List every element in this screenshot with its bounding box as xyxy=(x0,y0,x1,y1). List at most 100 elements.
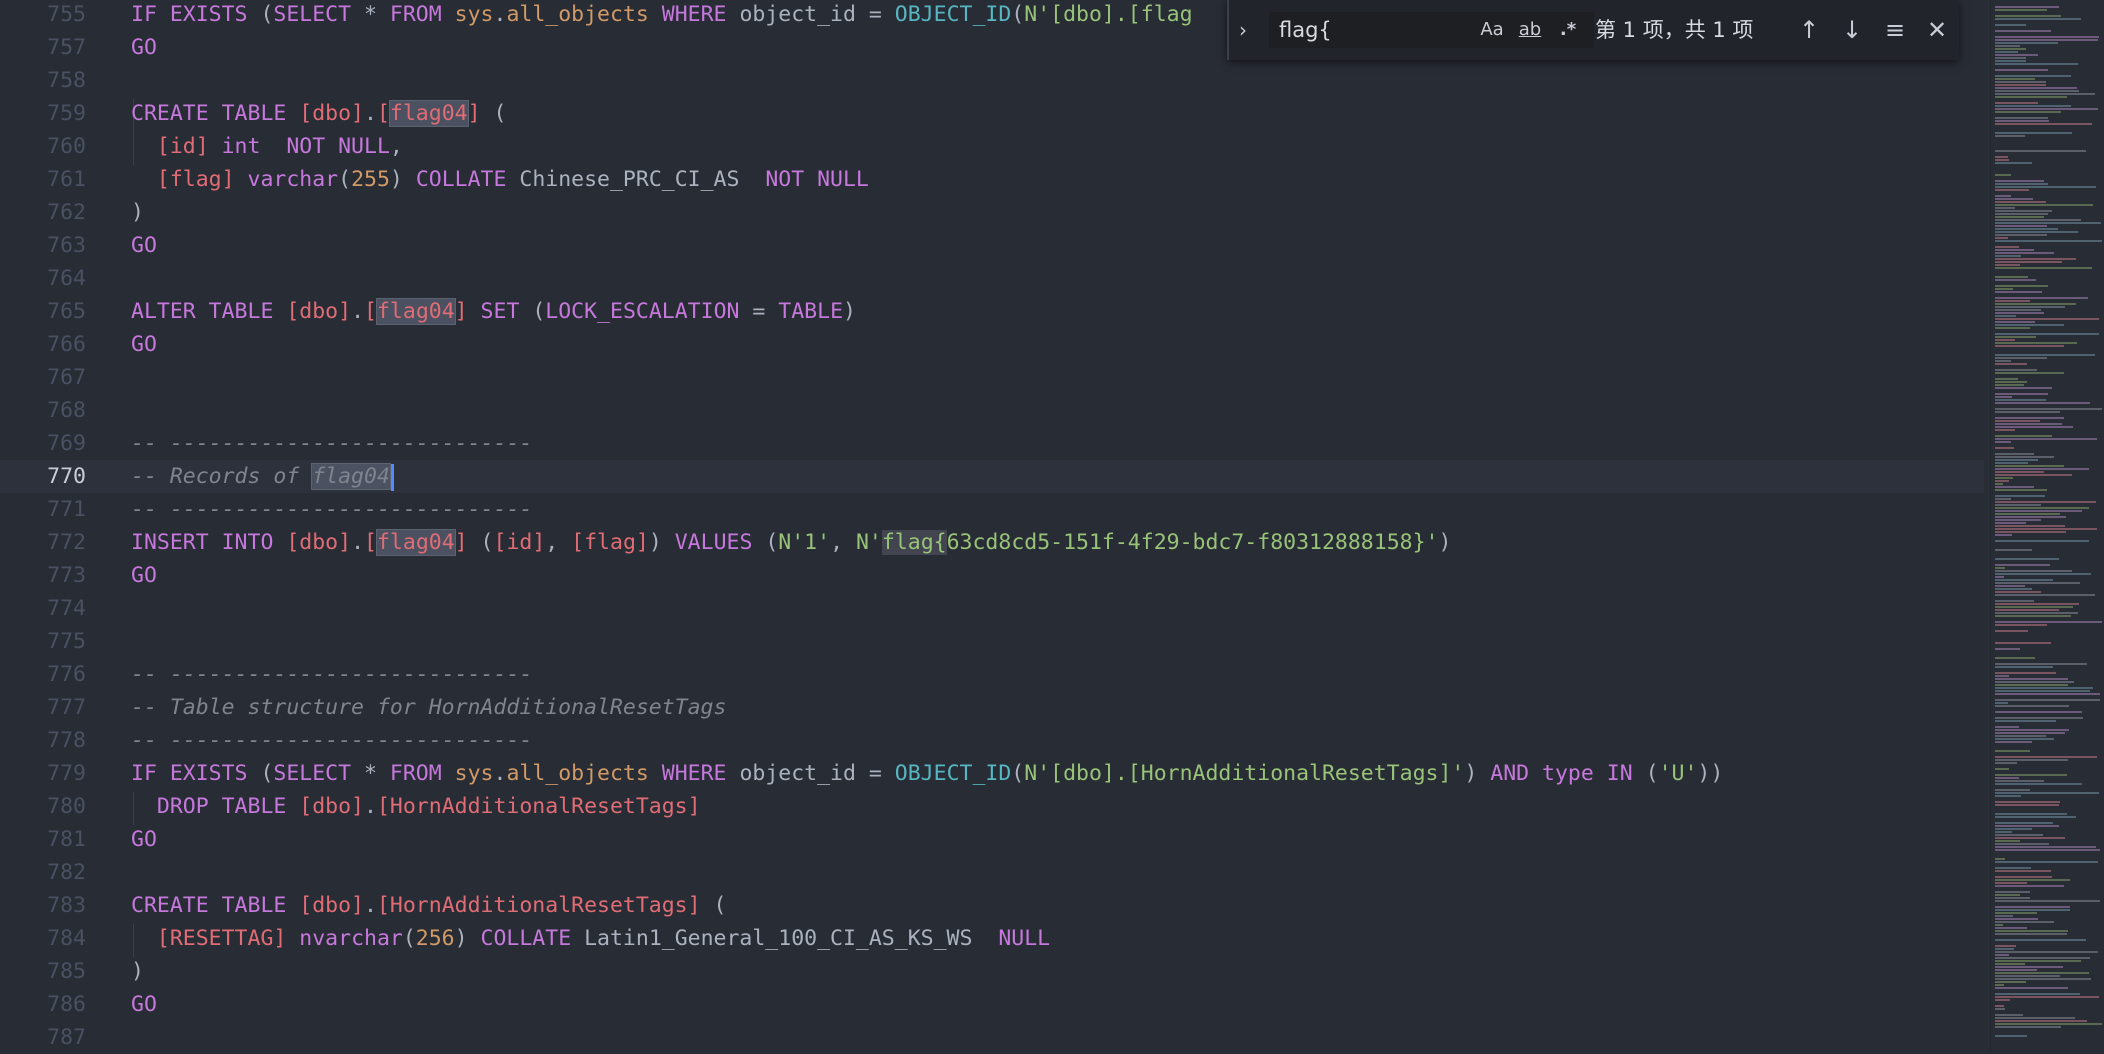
code-token: SELECT xyxy=(273,761,365,786)
code-line[interactable]: 762) xyxy=(0,196,1984,229)
code-line[interactable]: 780 DROP TABLE [dbo].[HornAdditionalRese… xyxy=(0,790,1984,823)
minimap-line xyxy=(1995,132,2072,134)
minimap-line xyxy=(1995,570,2072,572)
line-number: 764 xyxy=(47,266,86,291)
code-line[interactable]: 782 xyxy=(0,856,1984,889)
code-token: [dbo] xyxy=(286,530,352,555)
code-text: GO xyxy=(131,328,157,361)
code-token: GO xyxy=(131,233,157,258)
code-token: , xyxy=(389,134,403,159)
minimap-line xyxy=(1995,216,2044,218)
code-token: 256 xyxy=(415,926,455,951)
code-line[interactable]: 784 [RESETTAG] nvarchar(256) COLLATE Lat… xyxy=(0,922,1984,955)
code-token: ) xyxy=(648,530,675,555)
minimap-line xyxy=(1995,321,2035,323)
minimap-line xyxy=(1995,876,2052,878)
minimap-line xyxy=(1995,774,2067,776)
code-line[interactable]: 765 ALTER TABLE [dbo].[flag04] SET (LOCK_… xyxy=(0,295,1984,328)
code-line[interactable]: 786 GO xyxy=(0,988,1984,1021)
minimap-line xyxy=(1995,768,2009,770)
code-line[interactable]: 774 xyxy=(0,592,1984,625)
minimap-line xyxy=(1995,51,2018,53)
previous-match-button[interactable]: ↑ xyxy=(1793,12,1825,48)
minimap-line xyxy=(1995,468,2089,470)
line-number: 770 xyxy=(47,464,86,489)
line-number: 755 xyxy=(47,2,86,27)
code-line[interactable]: 758 xyxy=(0,64,1984,97)
code-line[interactable]: 768 xyxy=(0,394,1984,427)
code-line[interactable]: 783 CREATE TABLE [dbo].[HornAdditionalRes… xyxy=(0,889,1984,922)
minimap-line xyxy=(1995,762,2017,764)
code-token: [ xyxy=(364,299,377,324)
minimap-line xyxy=(1995,315,2016,317)
code-token: N'[dbo].[HornAdditionalResetTags]' xyxy=(1024,761,1465,786)
minimap-line xyxy=(1995,534,2012,536)
minimap-line xyxy=(1995,576,2004,578)
close-find-button[interactable]: ✕ xyxy=(1921,12,1953,48)
next-match-button[interactable]: ↓ xyxy=(1836,12,1868,48)
arrow-down-icon: ↓ xyxy=(1841,16,1863,44)
code-line[interactable]: 759 CREATE TABLE [dbo].[flag04] ( xyxy=(0,97,1984,130)
code-line[interactable]: 763 GO xyxy=(0,229,1984,262)
minimap-line xyxy=(1995,1035,2027,1037)
code-line[interactable]: 769 -- ---------------------------- xyxy=(0,427,1984,460)
code-line[interactable]: 766 GO xyxy=(0,328,1984,361)
code-line[interactable]: 770 -- Records of flag04 xyxy=(0,460,1984,493)
code-line[interactable]: 772 INSERT INTO [dbo].[flag04] ([id], [fl… xyxy=(0,526,1984,559)
code-token: ] xyxy=(467,101,481,126)
line-number: 771 xyxy=(47,497,86,522)
code-line[interactable]: 779 IF EXISTS (SELECT * FROM sys.all_obje… xyxy=(0,757,1984,790)
toggle-replace-icon[interactable]: › xyxy=(1239,17,1259,43)
minimap-line xyxy=(1995,309,2041,311)
line-number: 777 xyxy=(47,695,86,720)
minimap-line xyxy=(1995,420,2040,422)
minimap-line xyxy=(1995,975,2060,977)
match-case-button[interactable]: Aa xyxy=(1474,12,1510,48)
minimap-line xyxy=(1995,606,2073,608)
code-token: -- Table structure for HornAdditionalRes… xyxy=(131,695,727,720)
minimap-line xyxy=(1995,306,2065,308)
minimap-line xyxy=(1995,969,2037,971)
minimap-line xyxy=(1995,1005,2004,1007)
match-whole-word-button[interactable]: ab xyxy=(1512,12,1548,48)
code-token: . xyxy=(351,530,365,555)
code-line[interactable]: 776 -- ---------------------------- xyxy=(0,658,1984,691)
minimap-line xyxy=(1995,702,2008,704)
code-line[interactable]: 771 -- ---------------------------- xyxy=(0,493,1984,526)
code-line[interactable]: 764 xyxy=(0,262,1984,295)
find-in-selection-button[interactable]: ≡ xyxy=(1879,12,1911,48)
minimap-line xyxy=(1995,69,2048,71)
code-token: ( xyxy=(467,530,494,555)
code-line[interactable]: 761 [flag] varchar(255) COLLATE Chinese_… xyxy=(0,163,1984,196)
code-line[interactable]: 785) xyxy=(0,955,1984,988)
code-line[interactable]: 773 GO xyxy=(0,559,1984,592)
line-number: 766 xyxy=(47,332,86,357)
minimap-line xyxy=(1995,1026,2061,1028)
code-line[interactable]: 767 xyxy=(0,361,1984,394)
code-line[interactable]: 760 [id] int NOT NULL, xyxy=(0,130,1984,163)
code-line[interactable]: 787 xyxy=(0,1021,1984,1054)
minimap-line xyxy=(1995,441,2011,443)
minimap-line xyxy=(1995,102,2038,104)
minimap-line xyxy=(1995,984,2004,986)
minimap-line xyxy=(1995,42,2058,44)
code-token: type xyxy=(1542,761,1607,786)
code-text: -- Records of flag04 xyxy=(131,460,394,493)
minimap-line xyxy=(1995,456,2054,458)
line-number: 767 xyxy=(47,365,86,390)
code-line[interactable]: 775 xyxy=(0,625,1984,658)
code-editor[interactable]: 755 IF EXISTS (SELECT * FROM sys.all_obje… xyxy=(0,0,1984,1052)
use-regex-button[interactable]: .* xyxy=(1550,12,1586,48)
code-line[interactable]: 781 GO xyxy=(0,823,1984,856)
minimap-line xyxy=(1995,735,2046,737)
minimap-line xyxy=(1995,582,2080,584)
code-line[interactable]: 778 -- ---------------------------- xyxy=(0,724,1984,757)
code-line[interactable]: 777 -- Table structure for HornAdditional… xyxy=(0,691,1984,724)
code-text: CREATE TABLE [dbo].[flag04] ( xyxy=(131,97,506,130)
code-token: IF EXISTS xyxy=(131,2,261,27)
code-token: ( xyxy=(532,299,546,324)
minimap[interactable] xyxy=(1990,0,2104,1052)
minimap-line xyxy=(1995,525,2065,527)
minimap-line xyxy=(1995,594,2095,596)
